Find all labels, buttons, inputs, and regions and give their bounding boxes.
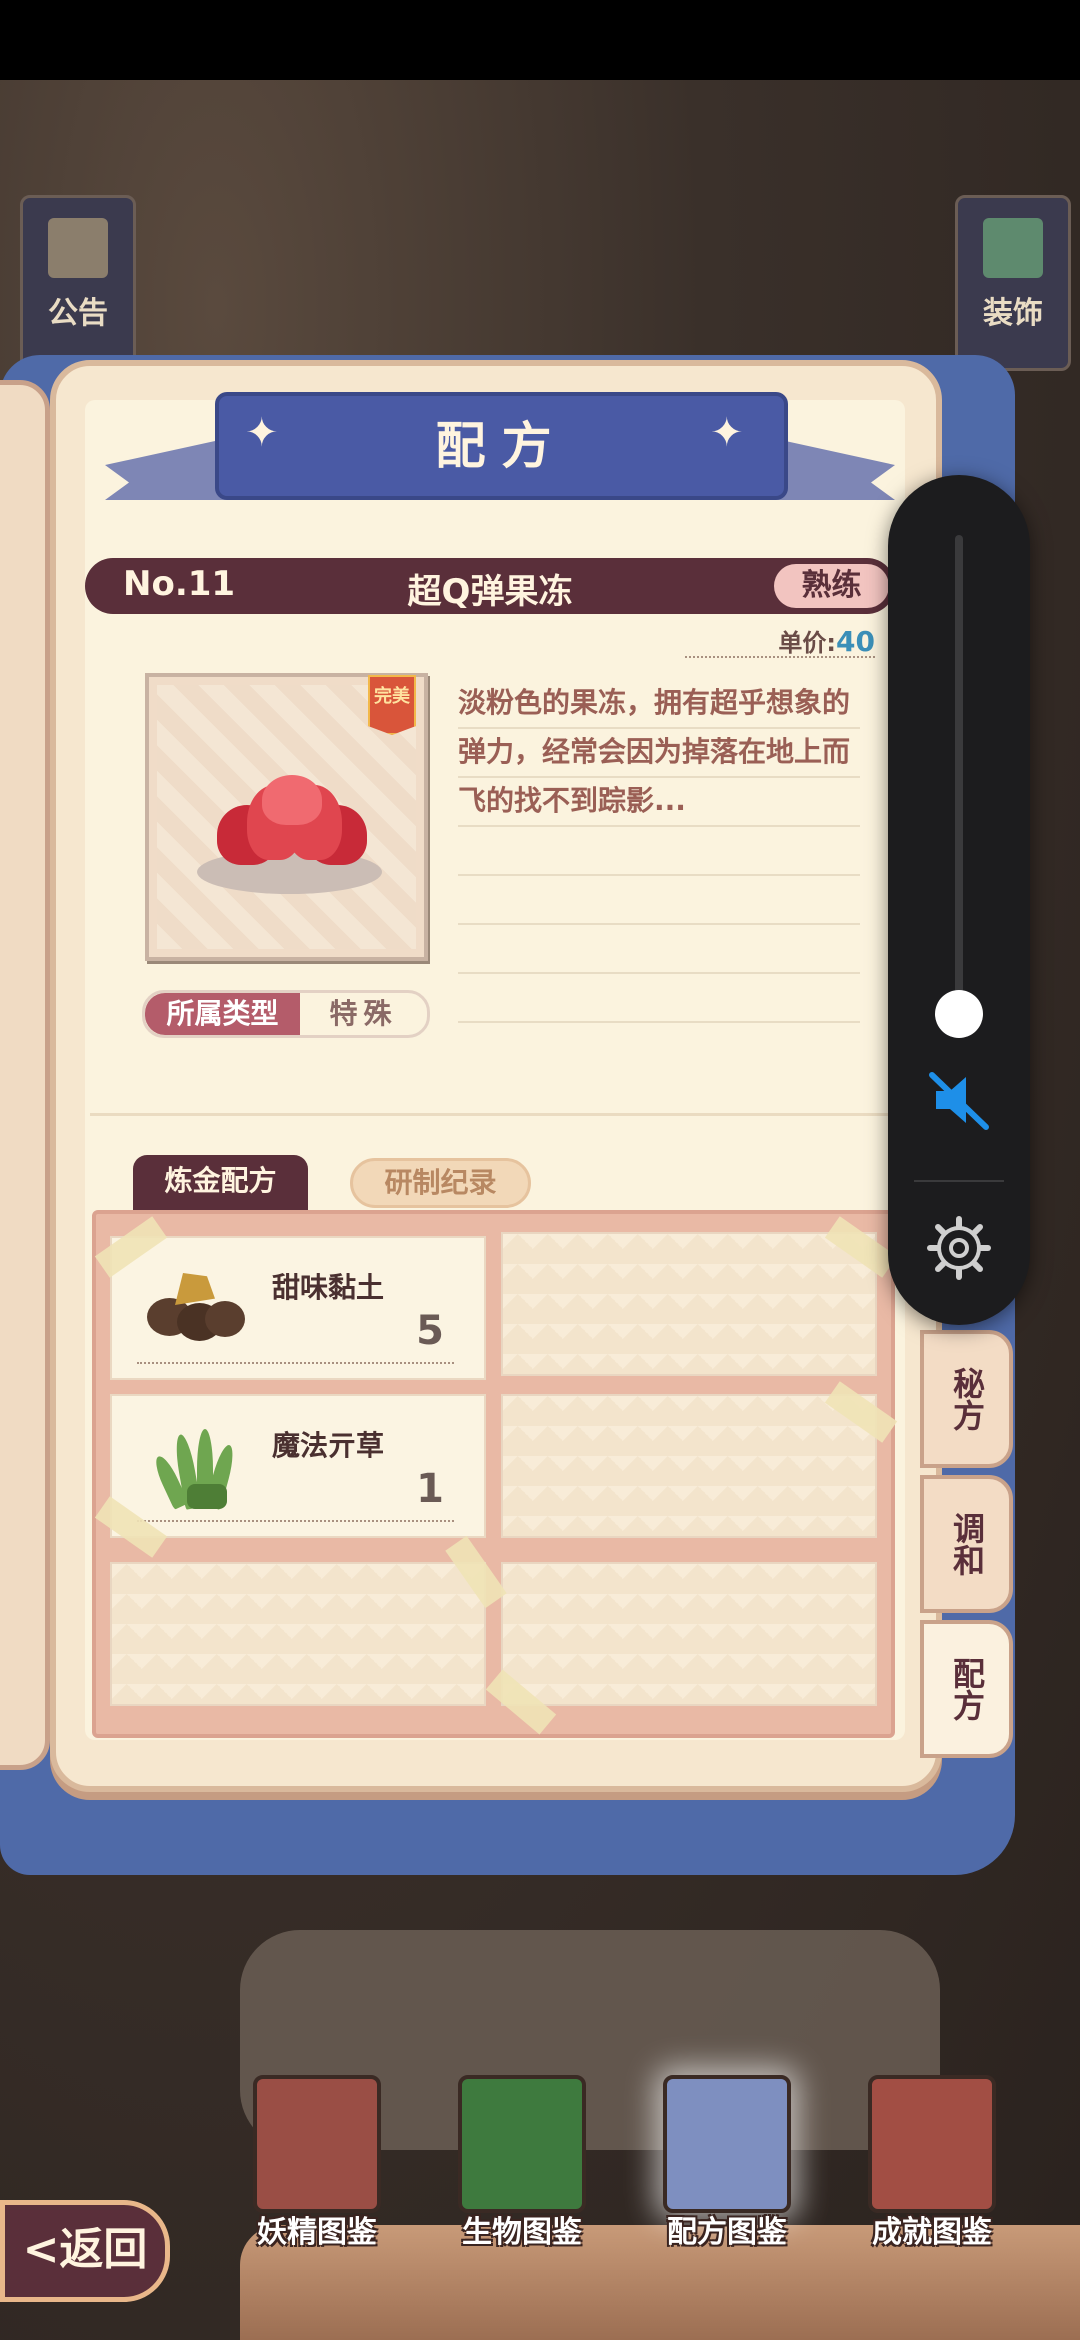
ingredient-name: 甜味黏土: [272, 1271, 385, 1304]
nav-label: 成就图鉴: [872, 2215, 992, 2250]
empty-slot: [110, 1562, 486, 1706]
empty-slot: [501, 1232, 877, 1376]
empty-slot: [501, 1562, 877, 1706]
recipe-book-icon: [663, 2075, 791, 2213]
sidetab-blend[interactable]: 调和: [920, 1475, 1013, 1613]
volume-slider[interactable]: [955, 535, 963, 995]
gear-icon[interactable]: [926, 1215, 992, 1281]
nav-creature-guide[interactable]: 生物图鉴: [437, 2075, 607, 2251]
ingredient-count: 1: [416, 1466, 444, 1512]
star-icon: ✦: [245, 410, 279, 456]
type-label: 所属类型: [145, 993, 300, 1035]
item-description: 淡粉色的果冻，拥有超乎想象的弹力，经常会因为掉落在地上而飞的找不到踪影...: [458, 686, 851, 817]
volume-panel: [888, 475, 1030, 1325]
ingredient-grid: 甜味黏土 5 魔法亓草 1: [92, 1210, 898, 1738]
type-value: 特殊: [329, 997, 398, 1030]
jelly-icon: [217, 775, 367, 875]
price-label: 单价:: [778, 629, 837, 657]
fairy-book-icon: [253, 2075, 381, 2213]
book-left-page: [0, 380, 50, 1770]
rank-badge: 熟练: [774, 564, 889, 608]
tab-research-log[interactable]: 研制纪录: [350, 1158, 531, 1208]
nav-fairy-guide[interactable]: 妖精图鉴: [232, 2075, 402, 2251]
mute-icon[interactable]: [924, 1065, 994, 1135]
price-underline: [685, 656, 875, 658]
unit-price: 单价:40: [778, 623, 875, 658]
star-icon: ✦: [710, 410, 744, 456]
empty-slot: [501, 1394, 877, 1538]
decor-icon: [983, 218, 1043, 278]
item-image-card: 完美: [145, 673, 428, 961]
price-value: 40: [836, 625, 875, 658]
volume-knob[interactable]: [935, 990, 983, 1038]
notice-button[interactable]: 公告: [20, 195, 136, 371]
notice-icon: [48, 218, 108, 278]
tab-alchemy-recipe[interactable]: 炼金配方: [133, 1155, 308, 1213]
sidetab-secret-recipe[interactable]: 秘方: [920, 1330, 1013, 1468]
quality-badge: 完美: [368, 675, 416, 735]
status-bar: [0, 0, 1080, 80]
back-button[interactable]: <返回: [0, 2200, 170, 2302]
volume-divider: [914, 1180, 1004, 1182]
item-type: 所属类型 特殊: [142, 990, 430, 1038]
nav-achievement-guide[interactable]: 成就图鉴: [847, 2075, 1017, 2251]
divider: [90, 1113, 890, 1116]
nav-label: 配方图鉴: [667, 2215, 787, 2250]
herb-icon: [151, 1424, 238, 1510]
item-number: No.11: [123, 564, 236, 604]
decor-label: 装饰: [983, 296, 1043, 331]
page-title: 配方: [215, 392, 788, 500]
recipe-header: 超Q弹果冻 No.11 熟练: [85, 558, 895, 614]
nav-label: 妖精图鉴: [257, 2215, 377, 2250]
decor-button[interactable]: 装饰: [955, 195, 1071, 371]
clay-icon: [147, 1273, 247, 1343]
ingredient-slot[interactable]: 甜味黏土 5: [110, 1236, 486, 1380]
nav-label: 生物图鉴: [462, 2215, 582, 2250]
sidetab-recipe[interactable]: 配方: [920, 1620, 1013, 1758]
achievement-book-icon: [868, 2075, 996, 2213]
ingredient-name: 魔法亓草: [272, 1429, 385, 1462]
creature-book-icon: [458, 2075, 586, 2213]
ingredient-slot[interactable]: 魔法亓草 1: [110, 1394, 486, 1538]
notice-label: 公告: [48, 296, 108, 331]
nav-recipe-guide[interactable]: 配方图鉴: [642, 2075, 812, 2251]
ingredient-count: 5: [416, 1308, 444, 1354]
